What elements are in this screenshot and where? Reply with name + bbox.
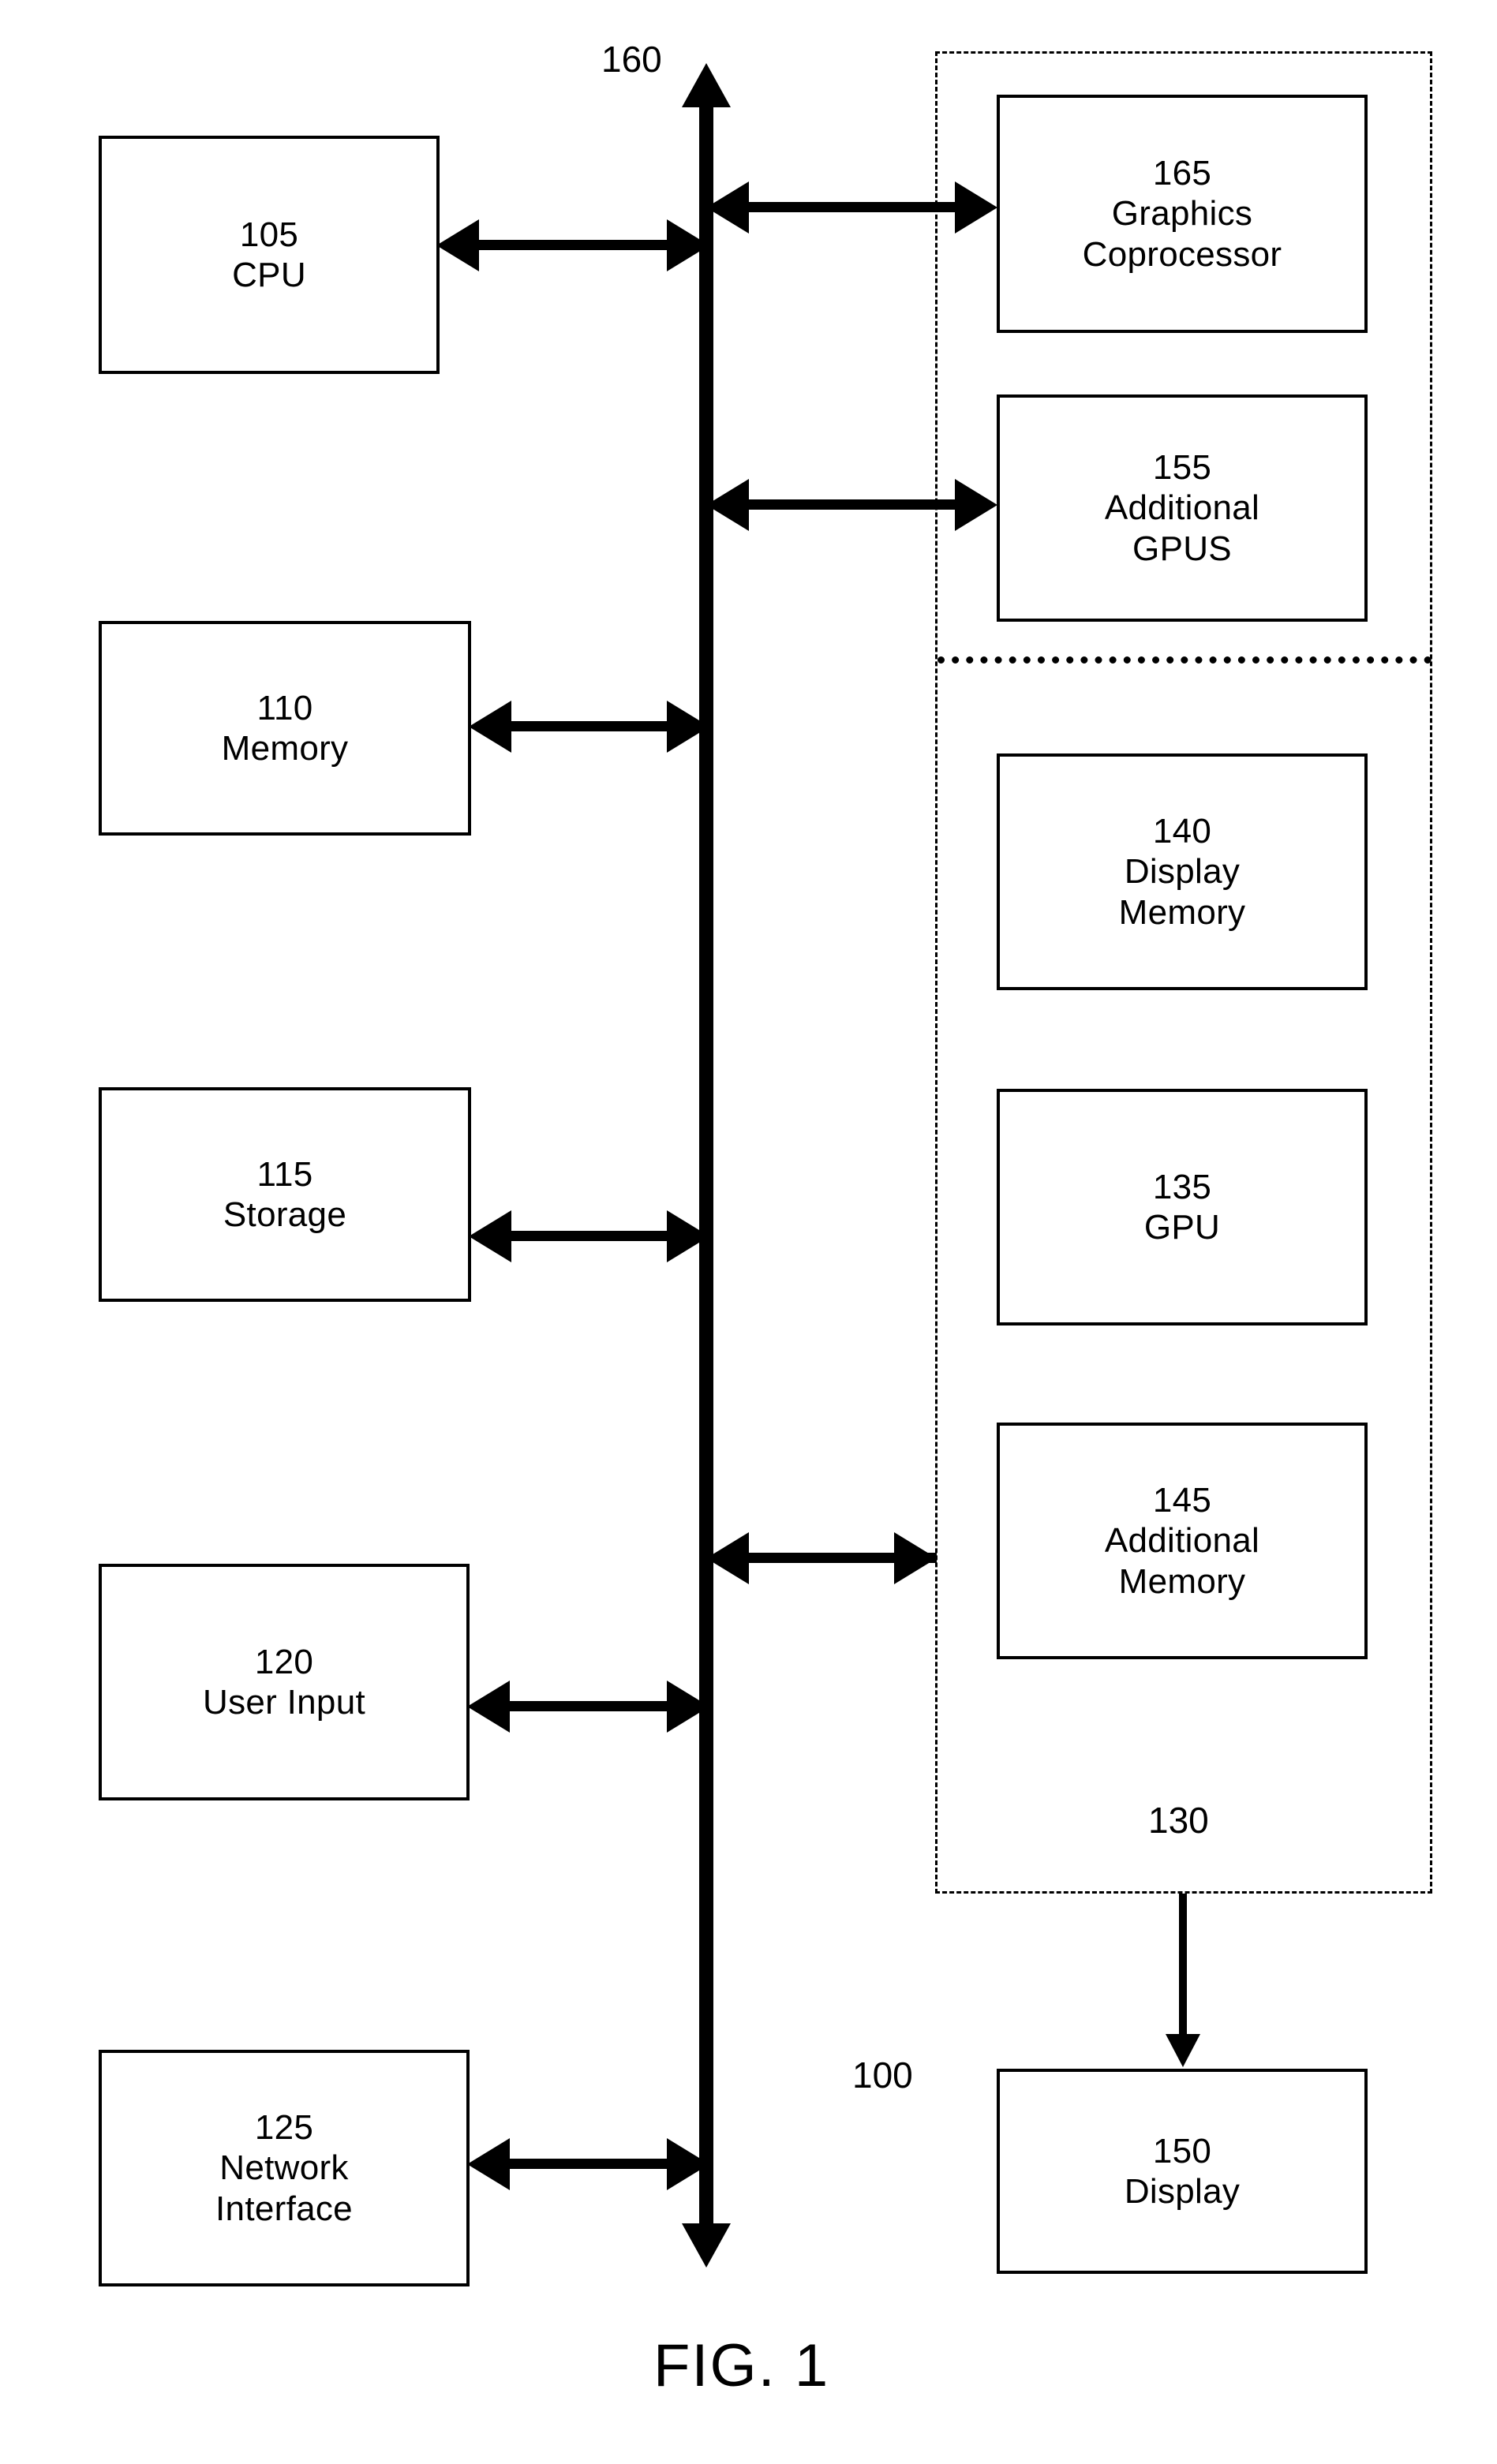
- subsystem-bus-arrow-left-icon: [706, 1532, 749, 1584]
- memory-label: Memory: [221, 729, 349, 768]
- storage-label: Storage: [223, 1195, 347, 1234]
- bus-arrow-up-icon: [682, 63, 731, 107]
- additional-memory-ref: 145: [1152, 1481, 1212, 1520]
- system-ref-label: 100: [852, 2055, 913, 2096]
- gpu-label-line1: GPU: [1143, 1208, 1221, 1247]
- component-box-gpu[interactable]: 135 GPU: [997, 1089, 1368, 1325]
- display-memory-label-line1: Display: [1124, 852, 1241, 892]
- cpu-label: CPU: [232, 256, 306, 294]
- patent-figure: 160 105 CPU 110 Memory 115 Storage 120 U…: [0, 0, 1497, 2464]
- additional-gpus-bus-arrow-right-icon: [955, 479, 997, 531]
- figure-caption: FIG. 1: [653, 2332, 830, 2399]
- coprocessor-bus-arrow-right-icon: [955, 181, 997, 234]
- bus-ref-label: 160: [601, 39, 662, 80]
- user-input-label: User Input: [203, 1683, 365, 1722]
- additional-gpus-bus-shaft: [743, 499, 963, 510]
- display-memory-ref: 140: [1152, 812, 1212, 851]
- component-box-user-input[interactable]: 120 User Input: [99, 1564, 470, 1800]
- network-interface-bus-arrow-left-icon: [467, 2138, 510, 2190]
- additional-memory-label-line2: Memory: [1118, 1561, 1246, 1601]
- component-box-display[interactable]: 150 Display: [997, 2069, 1368, 2274]
- component-box-cpu[interactable]: 105 CPU: [99, 136, 440, 374]
- cpu-bus-arrow-left-icon: [436, 219, 479, 271]
- cpu-bus-arrow-right-icon: [667, 219, 709, 271]
- storage-ref: 115: [256, 1154, 313, 1194]
- user-input-bus-arrow-right-icon: [667, 1681, 709, 1733]
- storage-bus-arrow-left-icon: [469, 1210, 511, 1262]
- coprocessor-bus-arrow-left-icon: [706, 181, 749, 234]
- display-label: Display: [1124, 2172, 1241, 2211]
- memory-bus-arrow-left-icon: [469, 701, 511, 753]
- additional-memory-label-line1: Additional: [1104, 1521, 1260, 1561]
- component-box-storage[interactable]: 115 Storage: [99, 1087, 471, 1302]
- graphics-coprocessor-label-line2: Coprocessor: [1082, 234, 1282, 274]
- network-interface-label-line2: Interface: [215, 2189, 353, 2228]
- additional-gpus-label-line2: GPUS: [1132, 529, 1232, 568]
- component-box-graphics-coprocessor[interactable]: 165 Graphics Coprocessor: [997, 95, 1368, 333]
- network-interface-label-line1: Network: [219, 2148, 349, 2188]
- coprocessor-bus-shaft: [743, 202, 963, 212]
- gpu-ref: 135: [1152, 1167, 1212, 1206]
- component-box-memory[interactable]: 110 Memory: [99, 621, 471, 836]
- display-link-ref-label: 130: [1148, 1800, 1209, 1841]
- component-box-display-memory[interactable]: 140 Display Memory: [997, 753, 1368, 990]
- memory-bus-arrow-right-icon: [667, 701, 709, 753]
- storage-bus-arrow-right-icon: [667, 1210, 709, 1262]
- display-link-shaft: [1179, 1894, 1187, 2043]
- bus-arrow-down-icon: [682, 2223, 731, 2268]
- cpu-ref: 105: [239, 215, 299, 254]
- network-interface-bus-arrow-right-icon: [667, 2138, 709, 2190]
- user-input-bus-arrow-left-icon: [467, 1681, 510, 1733]
- additional-gpus-bus-arrow-left-icon: [706, 479, 749, 531]
- component-box-network-interface[interactable]: 125 Network Interface: [99, 2050, 470, 2286]
- graphics-coprocessor-label-line1: Graphics: [1111, 194, 1253, 234]
- system-bus-line: [699, 103, 713, 2225]
- network-interface-ref: 125: [254, 2108, 314, 2148]
- subsystem-bus-arrow-right-icon: [894, 1532, 937, 1584]
- additional-gpus-label-line1: Additional: [1104, 488, 1260, 528]
- additional-gpus-ref: 155: [1152, 448, 1212, 488]
- display-ref: 150: [1152, 2131, 1212, 2170]
- graphics-coprocessor-ref: 165: [1152, 154, 1212, 193]
- display-memory-label-line2: Memory: [1118, 892, 1246, 932]
- optional-section-divider: [937, 656, 1432, 664]
- display-link-arrow-down-icon: [1166, 2034, 1200, 2067]
- component-box-additional-memory[interactable]: 145 Additional Memory: [997, 1423, 1368, 1659]
- memory-ref: 110: [256, 688, 313, 727]
- component-box-additional-gpus[interactable]: 155 Additional GPUS: [997, 394, 1368, 622]
- user-input-ref: 120: [254, 1642, 314, 1681]
